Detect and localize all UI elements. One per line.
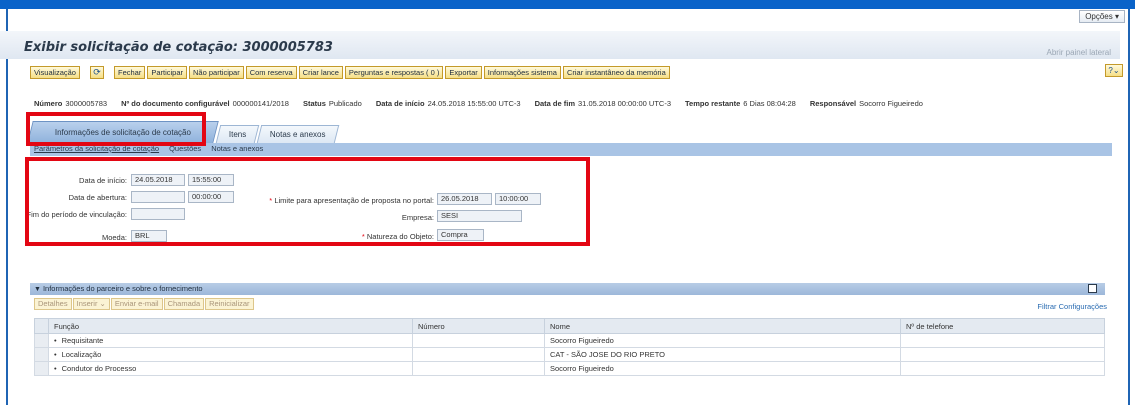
select-all-cell[interactable] — [34, 318, 49, 334]
tab-itens[interactable]: Itens — [215, 125, 260, 143]
table-row[interactable]: • Requisitante Socorro Figueiredo — [34, 333, 1105, 348]
table-row[interactable]: • Condutor do Processo Socorro Figueiredo — [34, 361, 1105, 376]
tab-notas-anexos[interactable]: Notas e anexos — [257, 125, 340, 143]
informacoes-sistema-button[interactable]: Informações sistema — [483, 65, 561, 79]
filtrar-configuracoes-link[interactable]: Filtrar Configurações — [1037, 302, 1107, 311]
table-row[interactable]: • Localização CAT - SÃO JOSE DO RIO PRETO — [34, 347, 1105, 362]
reinicializar-button[interactable]: Reinicializar — [205, 298, 254, 310]
collapse-panel-icon[interactable] — [1088, 284, 1097, 293]
partner-section-header[interactable]: ▼ Informações do parceiro e sobre o forne… — [30, 283, 1105, 295]
participar-button[interactable]: Participar — [147, 65, 188, 79]
row-selector[interactable] — [34, 333, 49, 348]
page-title: Exibir solicitação de cotação: 300000578… — [24, 40, 333, 55]
partner-toolbar: Detalhes Inserir ⌄ Enviar e-mail Chamada… — [34, 298, 254, 311]
criar-instantaneo-button[interactable]: Criar instantâneo da memória — [562, 65, 670, 79]
header-responsavel: Responsável Socorro Figueiredo — [809, 99, 923, 108]
subtab-notas-anexos[interactable]: Notas e anexos — [211, 143, 263, 156]
header-numero: Número 3000005783 — [34, 99, 108, 108]
perguntas-respostas-button[interactable]: Perguntas e respostas ( 0 ) — [344, 65, 444, 79]
detalhes-button[interactable]: Detalhes — [34, 298, 72, 310]
header-tempo-restante: Tempo restante 6 Dias 08:04:28 — [685, 99, 796, 108]
expand-triangle-icon[interactable]: ▼ — [34, 286, 41, 293]
col-nome[interactable]: Nome — [544, 318, 901, 334]
document-header-info: Número 3000005783 Nº do documento configu… — [34, 99, 923, 108]
com-reserva-button[interactable]: Com reserva — [245, 65, 297, 79]
top-blue-bar — [0, 0, 1135, 9]
col-funcao[interactable]: Função — [48, 318, 413, 334]
header-data-fim: Data de fim 31.05.2018 00:00:00 UTC-3 — [534, 99, 671, 108]
options-button[interactable]: Opções ▾ — [1079, 10, 1125, 23]
header-documento: Nº do documento configurável 000000141/20… — [121, 99, 289, 108]
nao-participar-button[interactable]: Não participar — [189, 65, 244, 79]
highlight-form-box — [25, 157, 590, 246]
row-selector[interactable] — [34, 347, 49, 362]
fechar-button[interactable]: Fechar — [113, 65, 146, 79]
header-status: Status Publicado — [302, 99, 362, 108]
refresh-icon[interactable]: ⟳ — [89, 65, 104, 79]
header-data-inicio: Data de início 24.05.2018 15:55:00 UTC-3 — [375, 99, 521, 108]
partner-table: Função Número Nome Nº de telefone • Requi… — [34, 318, 1105, 376]
row-selector[interactable] — [34, 361, 49, 376]
criar-lance-button[interactable]: Criar lance — [298, 65, 343, 79]
visualizacao-button[interactable]: Visualização — [30, 65, 80, 79]
inserir-button[interactable]: Inserir ⌄ — [72, 298, 110, 310]
exportar-button[interactable]: Exportar — [445, 65, 482, 79]
open-side-panel-link[interactable]: Abrir painel lateral — [1047, 48, 1111, 57]
main-toolbar: Visualização ⟳ Fechar Participar Não par… — [30, 65, 670, 79]
col-telefone[interactable]: Nº de telefone — [900, 318, 1105, 334]
highlight-tab-box — [26, 112, 206, 146]
enviar-email-button[interactable]: Enviar e-mail — [110, 298, 163, 310]
help-icon[interactable]: ?⌄ — [1105, 64, 1123, 77]
col-numero[interactable]: Número — [412, 318, 545, 334]
chamada-button[interactable]: Chamada — [163, 298, 205, 310]
